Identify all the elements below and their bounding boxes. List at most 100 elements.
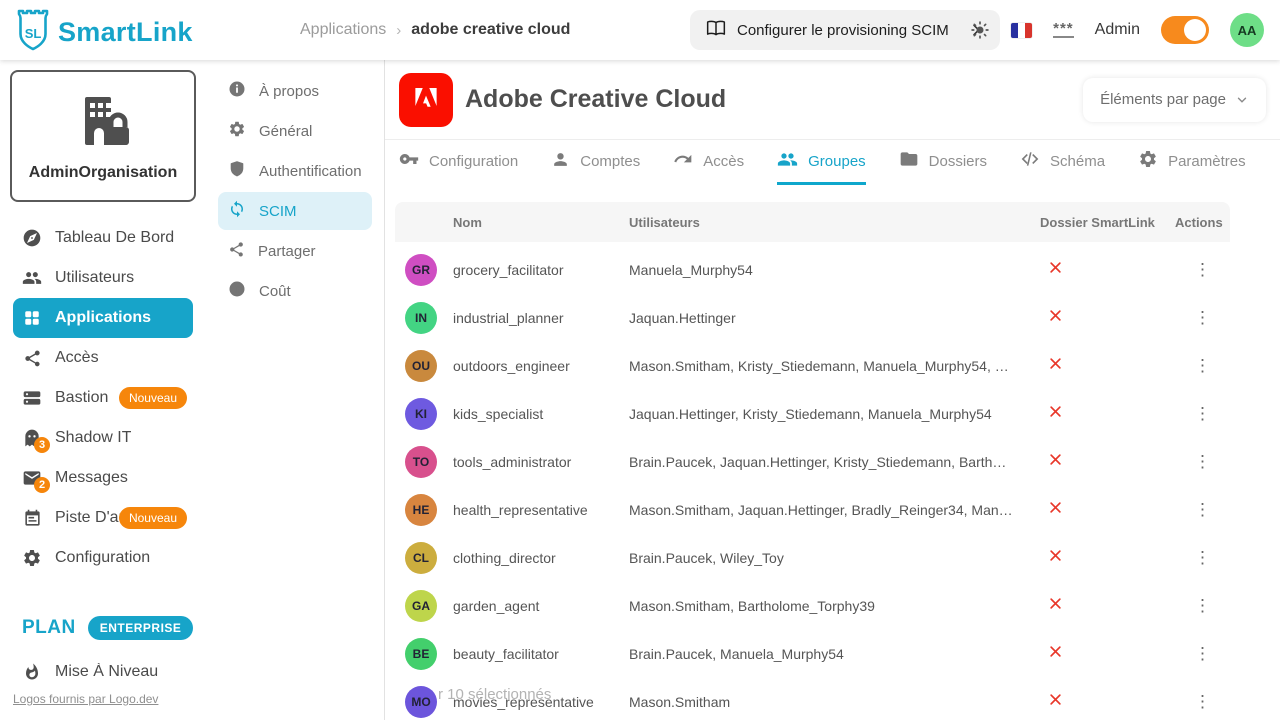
folder-status-cell: [1040, 452, 1175, 472]
tab-accounts[interactable]: Comptes: [551, 140, 640, 185]
sidebar-item-upgrade[interactable]: Mise À Niveau: [13, 652, 193, 692]
sidebar-item-bastion[interactable]: Bastion Nouveau: [13, 378, 193, 418]
server-icon: [22, 388, 42, 408]
folder-status-cell: [1040, 548, 1175, 568]
breadcrumb-separator-icon: ›: [396, 22, 401, 39]
row-actions-button[interactable]: ⋮: [1175, 692, 1230, 712]
logo-credit-link[interactable]: Logos fournis par Logo.dev: [13, 692, 158, 706]
group-name: kids_specialist: [453, 406, 629, 422]
folder-status-cell: [1040, 692, 1175, 712]
group-avatar: IN: [405, 302, 437, 334]
person-icon: [551, 150, 570, 173]
red-x-icon: [1048, 404, 1063, 424]
breadcrumb-parent[interactable]: Applications: [300, 21, 386, 39]
row-actions-button[interactable]: ⋮: [1175, 500, 1230, 520]
admin-mode-toggle[interactable]: [1161, 16, 1209, 44]
row-actions-button[interactable]: ⋮: [1175, 356, 1230, 376]
table-row[interactable]: BE beauty_facilitator Brain.Paucek, Manu…: [395, 630, 1230, 678]
table-row[interactable]: MO movies_representative Mason.Smitham ⋮: [395, 678, 1230, 726]
user-avatar[interactable]: AA: [1230, 13, 1264, 47]
submenu-item-about[interactable]: À propos: [218, 72, 372, 110]
table-row[interactable]: CL clothing_director Brain.Paucek, Wiley…: [395, 534, 1230, 582]
group-name: grocery_facilitator: [453, 262, 629, 278]
red-x-icon: [1048, 452, 1063, 472]
key-icon: [399, 149, 419, 173]
plan-enterprise-badge[interactable]: ENTERPRISE: [88, 616, 194, 640]
red-x-icon: [1048, 548, 1063, 568]
sidebar-item-shadow-it[interactable]: 3 Shadow IT: [13, 418, 193, 458]
group-name: tools_administrator: [453, 454, 629, 470]
group-users: Mason.Smitham: [629, 694, 1040, 710]
row-actions-button[interactable]: ⋮: [1175, 596, 1230, 616]
table-row[interactable]: HE health_representative Mason.Smitham, …: [395, 486, 1230, 534]
row-actions-button[interactable]: ⋮: [1175, 260, 1230, 280]
tab-access[interactable]: Accès: [673, 140, 744, 185]
users-icon: [22, 268, 42, 288]
ghost-icon: 3: [22, 428, 42, 448]
table-row[interactable]: GA garden_agent Mason.Smitham, Bartholom…: [395, 582, 1230, 630]
asterisks-menu-icon[interactable]: ***: [1053, 22, 1074, 38]
app-header: Adobe Creative Cloud Éléments par page: [385, 60, 1280, 140]
red-x-icon: [1048, 644, 1063, 664]
mail-icon: 2: [22, 468, 42, 488]
submenu-item-authentication[interactable]: Authentification: [218, 152, 372, 190]
red-x-icon: [1048, 500, 1063, 520]
organisation-building-lock-icon: [71, 91, 135, 154]
table-row[interactable]: IN industrial_planner Jaquan.Hettinger ⋮: [395, 294, 1230, 342]
table-row[interactable]: TO tools_administrator Brain.Paucek, Jaq…: [395, 438, 1230, 486]
group-users: Brain.Paucek, Manuela_Murphy54: [629, 646, 1040, 662]
tab-configuration[interactable]: Configuration: [399, 140, 518, 185]
group-name: industrial_planner: [453, 310, 629, 326]
app-submenu: À propos Général Authentification SCIM P…: [206, 60, 385, 720]
folder-icon: [899, 149, 919, 173]
plan-row: PLAN ENTERPRISE: [13, 616, 193, 640]
flame-icon: [22, 662, 42, 682]
tab-groups[interactable]: Groupes: [777, 140, 866, 185]
brand-logo[interactable]: SL SmartLink: [14, 8, 193, 57]
group-avatar: BE: [405, 638, 437, 670]
folder-status-cell: [1040, 308, 1175, 328]
row-actions-button[interactable]: ⋮: [1175, 644, 1230, 664]
plan-label: PLAN: [22, 617, 76, 639]
red-x-icon: [1048, 308, 1063, 328]
tab-settings[interactable]: Paramètres: [1138, 140, 1246, 185]
language-flag-fr-icon[interactable]: [1011, 23, 1032, 38]
table-row[interactable]: OU outdoors_engineer Mason.Smitham, Kris…: [395, 342, 1230, 390]
group-avatar: OU: [405, 350, 437, 382]
row-actions-button[interactable]: ⋮: [1175, 404, 1230, 424]
red-x-icon: [1048, 596, 1063, 616]
table-row[interactable]: KI kids_specialist Jaquan.Hettinger, Kri…: [395, 390, 1230, 438]
sidebar-item-applications[interactable]: Applications: [13, 298, 193, 338]
row-actions-button[interactable]: ⋮: [1175, 548, 1230, 568]
items-per-page-select[interactable]: Éléments par page: [1083, 78, 1266, 122]
tab-folders[interactable]: Dossiers: [899, 140, 987, 185]
submenu-item-cost[interactable]: $ Coût: [218, 272, 372, 310]
row-actions-button[interactable]: ⋮: [1175, 308, 1230, 328]
table-row[interactable]: GR grocery_facilitator Manuela_Murphy54 …: [395, 246, 1230, 294]
page-title: Adobe Creative Cloud: [465, 85, 726, 114]
submenu-item-scim[interactable]: SCIM: [218, 192, 372, 230]
bastion-nouveau-badge: Nouveau: [119, 387, 187, 409]
sidebar-item-dashboard[interactable]: Tableau De Bord: [13, 218, 193, 258]
share-icon: [22, 348, 42, 368]
sidebar-item-access[interactable]: Accès: [13, 338, 193, 378]
svg-text:$: $: [234, 284, 239, 294]
folder-status-cell: [1040, 500, 1175, 520]
chevron-down-icon: [1235, 93, 1249, 107]
organisation-card[interactable]: AdminOrganisation: [10, 70, 196, 202]
submenu-item-share[interactable]: Partager: [218, 232, 372, 270]
code-icon: [1020, 149, 1040, 173]
configure-scim-button[interactable]: Configurer le provisioning SCIM: [690, 10, 1000, 50]
tab-schema[interactable]: Schéma: [1020, 140, 1105, 185]
sidebar-item-audit-trail[interactable]: Piste D'au Nouveau: [13, 498, 193, 538]
sidebar-item-configuration[interactable]: Configuration: [13, 538, 193, 578]
submenu-item-general[interactable]: Général: [218, 112, 372, 150]
theme-sun-icon[interactable]: [970, 20, 990, 40]
sidebar-item-users[interactable]: Utilisateurs: [13, 258, 193, 298]
row-actions-button[interactable]: ⋮: [1175, 452, 1230, 472]
folder-status-cell: [1040, 356, 1175, 376]
gear-icon: [228, 120, 246, 142]
audit-trail-nouveau-badge: Nouveau: [119, 507, 187, 529]
sidebar-item-messages[interactable]: 2 Messages: [13, 458, 193, 498]
adobe-logo-icon: [399, 73, 453, 127]
